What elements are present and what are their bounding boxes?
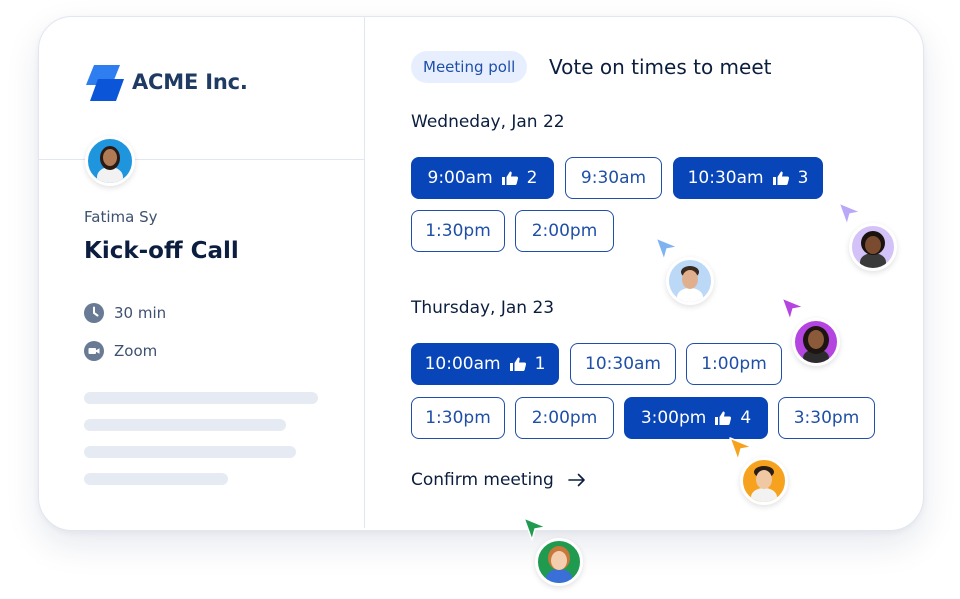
- clock-icon: [84, 303, 104, 323]
- thumbs-up-icon: [509, 357, 526, 371]
- time-slot[interactable]: 10:30am: [570, 343, 676, 385]
- collaborator-cursor-icon: [729, 437, 753, 461]
- slot-time: 2:00pm: [531, 408, 598, 428]
- collaborator-cursor-icon: [781, 297, 805, 321]
- event-title: Kick-off Call: [84, 238, 239, 264]
- vote-count: 3: [797, 168, 809, 188]
- slot-time: 9:30am: [580, 168, 647, 188]
- slot-time: 3:30pm: [793, 408, 860, 428]
- duration-row: 30 min: [84, 303, 166, 323]
- slot-time: 10:00am: [424, 354, 501, 374]
- location-text: Zoom: [114, 342, 158, 360]
- time-slot[interactable]: 1:30pm: [411, 397, 505, 439]
- time-slot[interactable]: 1:30pm: [411, 210, 505, 252]
- collaborator-avatar: [740, 457, 788, 505]
- slot-time: 3:00pm: [640, 408, 707, 428]
- thumbs-up-icon: [501, 171, 518, 185]
- time-slot[interactable]: 1:00pm: [686, 343, 782, 385]
- slot-time: 9:00am: [427, 168, 493, 188]
- time-slot[interactable]: 9:00am 2: [411, 157, 554, 199]
- poll-title: Vote on times to meet: [549, 55, 772, 79]
- collaborator-avatar: [666, 257, 714, 305]
- slot-time: 10:30am: [585, 354, 661, 374]
- slot-time: 1:00pm: [701, 354, 767, 374]
- video-camera-icon: [84, 341, 104, 361]
- slot-time: 1:30pm: [425, 408, 491, 428]
- day-label: Wedneday, Jan 22: [411, 112, 565, 132]
- vote-count: 4: [740, 408, 752, 428]
- placeholder-line: [84, 473, 228, 485]
- arrow-right-icon: [568, 473, 585, 487]
- confirm-meeting-button[interactable]: Confirm meeting: [411, 470, 586, 490]
- collaborator-cursor-icon: [655, 237, 679, 261]
- vote-count: 1: [534, 354, 546, 374]
- slot-time: 10:30am: [687, 168, 764, 188]
- slot-time: 2:00pm: [531, 221, 598, 241]
- brand-name: ACME Inc.: [132, 70, 248, 94]
- location-row: Zoom: [84, 341, 157, 361]
- collaborator-avatar: [535, 538, 583, 586]
- placeholder-line: [84, 392, 318, 404]
- collaborator-avatar: [849, 223, 897, 271]
- thumbs-up-icon: [715, 411, 732, 425]
- slot-time: 1:30pm: [425, 221, 491, 241]
- collaborator-avatar: [792, 318, 840, 366]
- time-slot[interactable]: 10:30am 3: [673, 157, 823, 199]
- vote-count: 2: [526, 168, 538, 188]
- placeholder-line: [84, 419, 286, 431]
- time-slot[interactable]: 2:00pm: [515, 397, 614, 439]
- time-slot[interactable]: 9:30am: [565, 157, 662, 199]
- meeting-poll-badge: Meeting poll: [411, 51, 528, 83]
- confirm-meeting-label: Confirm meeting: [411, 470, 554, 490]
- time-slot[interactable]: 10:00am 1: [411, 343, 559, 385]
- collaborator-cursor-icon: [838, 202, 862, 226]
- panel-divider: [364, 17, 365, 528]
- time-slot[interactable]: 2:00pm: [515, 210, 614, 252]
- collaborator-cursor-icon: [523, 517, 547, 541]
- day-label: Thursday, Jan 23: [411, 298, 555, 318]
- thumbs-up-icon: [772, 171, 789, 185]
- host-name: Fatima Sy: [84, 208, 158, 226]
- time-slot[interactable]: 3:30pm: [778, 397, 875, 439]
- duration-text: 30 min: [114, 304, 167, 322]
- time-slot[interactable]: 3:00pm 4: [624, 397, 768, 439]
- placeholder-line: [84, 446, 296, 458]
- host-avatar: [85, 136, 135, 186]
- acme-logo-icon: [86, 65, 124, 101]
